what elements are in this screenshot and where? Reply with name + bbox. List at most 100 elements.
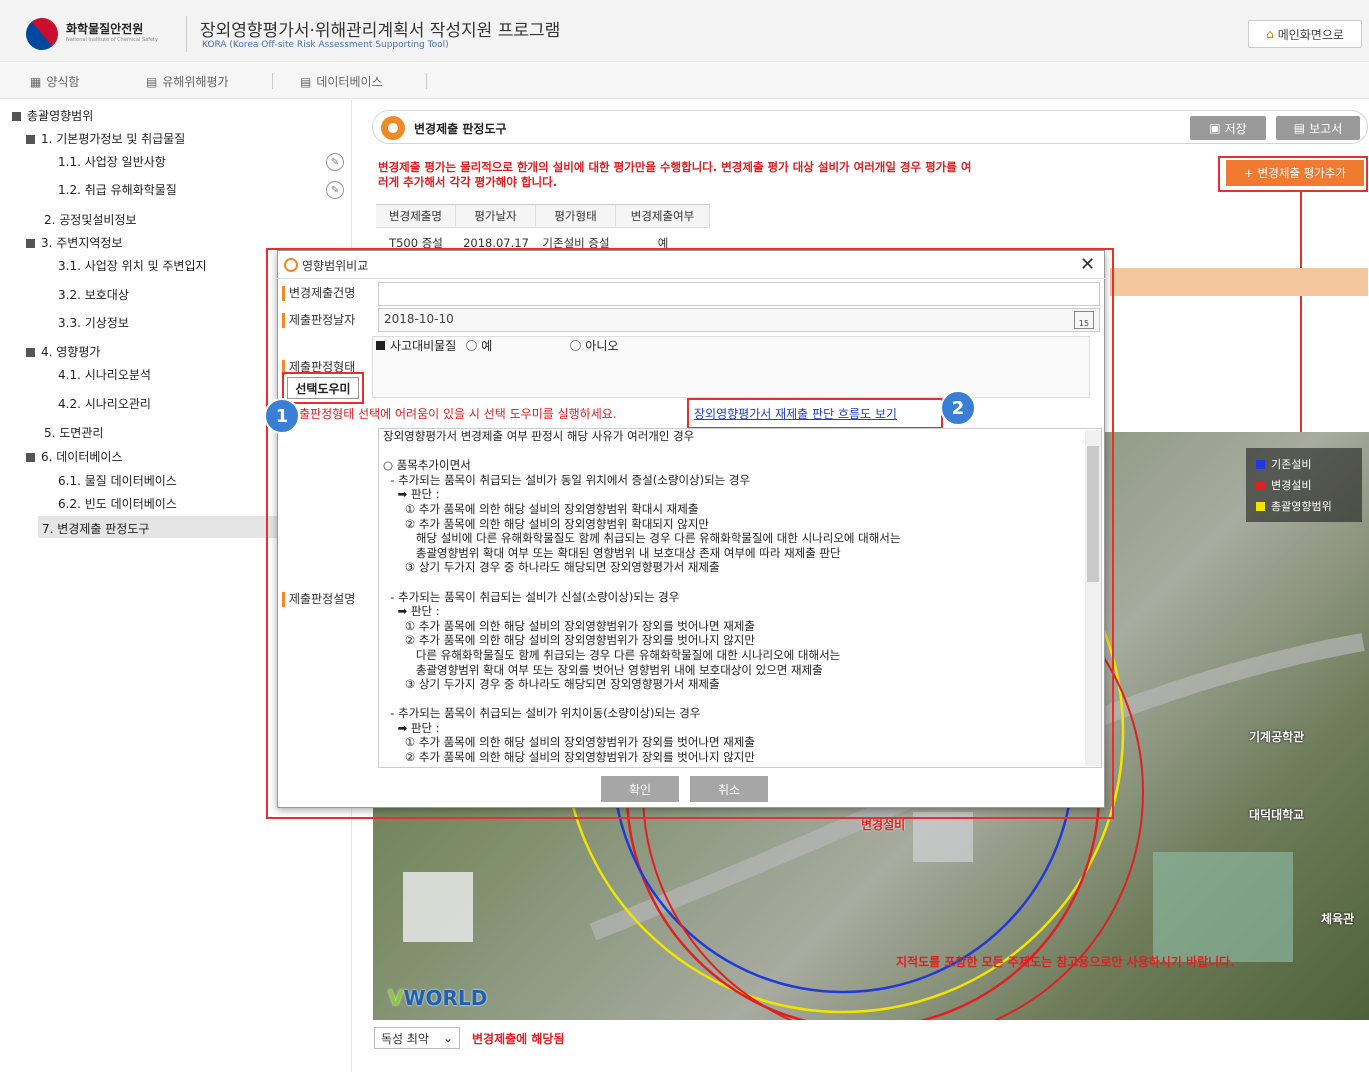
radio-yes-label: 예 [481, 339, 493, 353]
tree-item-database[interactable]: 6. 데이터베이스 [26, 448, 123, 465]
app-window: 화학물질안전원 National Institute of Chemical S… [0, 0, 1369, 1072]
radio-yes[interactable] [466, 340, 478, 351]
database-icon: ▤ [300, 74, 312, 89]
legend-item: 기존설비 [1256, 456, 1311, 472]
tree-item-frequency-db[interactable]: 6.2. 빈도 데이터베이스 [58, 495, 177, 512]
home-button[interactable]: ⌂ 메인화면으로 [1248, 20, 1362, 48]
column-header: 평가날자 [456, 205, 536, 227]
tree-item-site-location[interactable]: 3.1. 사업장 위치 및 주변입지 [58, 257, 207, 274]
collapse-icon [26, 453, 35, 462]
chevron-down-icon: ⌄ [442, 1031, 453, 1045]
dialog-title: 영향범위비교 [302, 259, 369, 273]
menu-item-hazard-assessment[interactable]: ▤ 유해위해평가 [146, 73, 229, 90]
tree-item-scenario-manage[interactable]: 4.2. 시나리오관리 [58, 395, 151, 412]
menu-divider [426, 73, 427, 89]
cancel-button[interactable]: 취소 [690, 776, 768, 802]
dialog-icon [284, 258, 298, 272]
tree-item-basic-info[interactable]: 1. 기본평가정보 및 취급물질 [26, 130, 185, 147]
home-icon: ⌂ [1266, 27, 1274, 41]
menu-item-label: 양식함 [46, 75, 80, 89]
org-subtitle: National Institute of Chemical Safety [66, 37, 158, 43]
menu-item-forms[interactable]: ▦ 양식함 [30, 73, 79, 90]
map-label: 체육관 [1321, 912, 1355, 926]
tree-item-scenario-analysis[interactable]: 4.1. 시나리오분석 [58, 366, 151, 383]
calendar-icon[interactable]: 15 [1074, 311, 1094, 329]
org-name: 화학물질안전원 [66, 22, 144, 36]
home-button-label: 메인화면으로 [1277, 27, 1344, 42]
tree-item-impact-assessment[interactable]: 4. 영향평가 [26, 343, 100, 360]
legend-item: 변경설비 [1256, 477, 1311, 493]
description-text: 장외영향평가서 변경제출 여부 판정시 해당 사유가 여러개인 경우 ○ 품목추… [383, 429, 901, 765]
app-title: 장외영향평가서·위해관리계획서 작성지원 프로그램 [200, 21, 561, 41]
bullet-icon [376, 341, 385, 350]
field-label: 제출판정날자 [282, 313, 355, 328]
report-button[interactable]: ▤ 보고서 [1276, 116, 1360, 140]
evaluation-table-header: 변경제출명 평가날자 평가형태 변경제출여부 [376, 204, 710, 228]
collapse-icon [26, 135, 35, 144]
field-label: 제출판정설명 [282, 592, 355, 607]
field-label: 변경제출건명 [282, 286, 355, 301]
save-icon: ▣ [1209, 121, 1221, 135]
tree-item-label: 6.1. 물질 데이터베이스 [58, 474, 177, 488]
save-button[interactable]: ▣ 저장 [1190, 116, 1266, 140]
column-header: 평가형태 [536, 205, 616, 227]
tree-item-label: 6. 데이터베이스 [41, 450, 123, 464]
edit-pencil-icon[interactable]: ✎ [326, 153, 344, 171]
highlight-box [282, 372, 364, 404]
tree-item-label: 3.2. 보호대상 [58, 288, 129, 302]
change-status-text: 변경제출에 해당됨 [472, 1032, 565, 1046]
tree-item-protection[interactable]: 3.2. 보호대상 [58, 286, 129, 303]
report-icon: ▤ [1293, 121, 1306, 135]
change-name-input[interactable] [378, 282, 1100, 306]
decision-description-textarea[interactable]: 장외영향평가서 변경제출 여부 판정시 해당 사유가 여러개인 경우 ○ 품목추… [378, 428, 1102, 768]
header-divider [186, 16, 187, 52]
evaluation-notice: 변경제출 평가는 물리적으로 한개의 설비에 대한 평가만을 수행합니다. 변경… [378, 160, 972, 189]
map-disclaimer: 지적도를 포함한 모든 주제도는 참고용으로만 사용하시기 바랍니다. [896, 955, 1235, 969]
tree-item-label: 1.2. 취급 유해화학물질 [58, 183, 177, 197]
collapse-icon [26, 239, 35, 248]
step-badge-2: 2 [940, 390, 976, 426]
tree-item-chemicals[interactable]: 1.2. 취급 유해화학물질 [58, 181, 177, 198]
tree-item-process[interactable]: 2. 공정및설비정보 [44, 211, 137, 228]
tree-item-label: 총괄영향범위 [27, 109, 94, 123]
vworld-logo: VWORLD [388, 986, 488, 1010]
grid-icon: ▦ [30, 74, 42, 89]
collapse-icon [12, 112, 21, 121]
selected-row-highlight [1110, 268, 1368, 296]
accident-substance-radio-group: 사고대비물질 예 아니오 [376, 337, 618, 354]
tree-item-label: 4.2. 시나리오관리 [58, 397, 151, 411]
column-header: 변경제출여부 [616, 205, 710, 227]
step-badge-1: 1 [264, 398, 300, 434]
edit-pencil-icon[interactable]: ✎ [326, 181, 344, 199]
tree-item-site-general[interactable]: 1.1. 사업장 일반사항 [58, 153, 166, 170]
tree-item-label: 4.1. 시나리오분석 [58, 368, 151, 382]
menu-item-label: 데이터베이스 [316, 75, 383, 89]
close-icon[interactable]: ✕ [1080, 254, 1095, 275]
menu-item-label: 유해위해평가 [162, 75, 229, 89]
tool-title: 변경제출 판정도구 [414, 122, 507, 136]
legend-item: 총괄영향범위 [1256, 498, 1332, 514]
decision-date-input[interactable]: 2018-10-10 [378, 308, 1100, 332]
menu-item-database[interactable]: ▤ 데이터베이스 [300, 73, 383, 90]
tree-item-label: 2. 공정및설비정보 [44, 213, 137, 227]
ok-button[interactable]: 확인 [601, 776, 679, 802]
save-button-label: 저장 [1224, 121, 1247, 136]
accident-substance-label: 사고대비물질 [390, 339, 457, 353]
tree-item-surroundings[interactable]: 3. 주변지역정보 [26, 234, 123, 251]
menu-divider [272, 73, 273, 89]
tool-icon [381, 116, 405, 140]
radio-no[interactable] [570, 340, 582, 351]
collapse-icon [26, 348, 35, 357]
report-button-label: 보고서 [1309, 121, 1343, 136]
tree-item-drawings[interactable]: 5. 도면관리 [44, 424, 103, 441]
scrollbar-thumb[interactable] [1087, 446, 1099, 582]
tree-item-label: 3.1. 사업장 위치 및 주변입지 [58, 259, 207, 273]
tree-item-substance-db[interactable]: 6.1. 물질 데이터베이스 [58, 472, 177, 489]
tree-item-total-impact[interactable]: 총괄영향범위 [12, 107, 93, 124]
radio-no-label: 아니오 [585, 339, 619, 353]
scenario-select[interactable]: 독성 최악 ⌄ [374, 1027, 460, 1049]
dialog-title-divider [277, 278, 1105, 279]
list-icon: ▤ [146, 74, 158, 89]
tree-item-weather[interactable]: 3.3. 기상정보 [58, 314, 129, 331]
tree-item-label: 7. 변경제출 판정도구 [42, 522, 150, 536]
